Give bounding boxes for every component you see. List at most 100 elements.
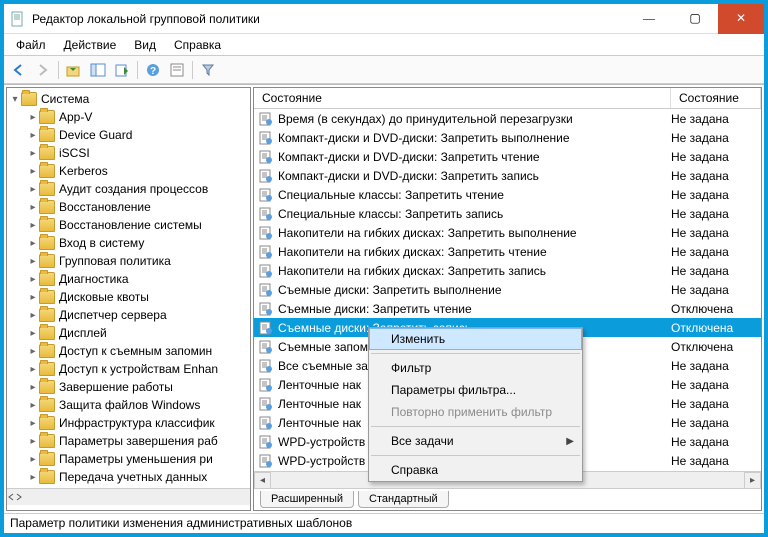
tree-item[interactable]: ▸Device Guard — [7, 126, 250, 144]
tree-label: Передача учетных данных — [59, 470, 207, 484]
maximize-button[interactable]: ▢ — [672, 4, 718, 34]
tree-item[interactable]: ▸Диагностика — [7, 270, 250, 288]
list-row[interactable]: Специальные классы: Запретить чтениеНе з… — [254, 185, 761, 204]
tree-item[interactable]: ▸Восстановление — [7, 198, 250, 216]
tab-standard[interactable]: Стандартный — [358, 491, 449, 508]
forward-icon[interactable] — [32, 59, 54, 81]
folder-icon — [39, 110, 55, 124]
folder-icon — [39, 416, 55, 430]
list-row[interactable]: Время (в секундах) до принудительной пер… — [254, 109, 761, 128]
context-menu-item[interactable]: Справка — [369, 459, 582, 481]
filter-icon[interactable] — [197, 59, 219, 81]
context-menu-item[interactable]: Фильтр — [369, 357, 582, 379]
tree-label: Восстановление — [59, 200, 151, 214]
list-row[interactable]: Съемные диски: Запретить выполнениеНе за… — [254, 280, 761, 299]
context-menu-item[interactable]: Все задачи▶ — [369, 430, 582, 452]
list-row[interactable]: Накопители на гибких дисках: Запретить ч… — [254, 242, 761, 261]
tree-item[interactable]: ▸Доступ к съемным запомин — [7, 342, 250, 360]
tree-item[interactable]: ▸Дисковые квоты — [7, 288, 250, 306]
tree-item[interactable]: ▸Параметры завершения раб — [7, 432, 250, 450]
folder-icon — [39, 254, 55, 268]
folder-icon — [39, 452, 55, 466]
list-row[interactable]: Компакт-диски и DVD-диски: Запретить вып… — [254, 128, 761, 147]
tree-root[interactable]: ▾Система — [7, 90, 250, 108]
policy-icon — [258, 130, 274, 146]
tree-item[interactable]: ▸Kerberos — [7, 162, 250, 180]
tree-item[interactable]: ▸Доступ к устройствам Enhan — [7, 360, 250, 378]
tree-item[interactable]: ▸Параметры уменьшения ри — [7, 450, 250, 468]
tree-label: Защита файлов Windows — [59, 398, 200, 412]
tree-item[interactable]: ▸Вход в систему — [7, 234, 250, 252]
tree-label: Kerberos — [59, 164, 108, 178]
cell-name: Съемные диски: Запретить выполнение — [278, 283, 663, 297]
tree-item[interactable]: ▸Инфраструктура классифик — [7, 414, 250, 432]
policy-icon — [258, 434, 274, 450]
tree-item[interactable]: ▸Передача учетных данных — [7, 468, 250, 486]
tab-extended[interactable]: Расширенный — [260, 491, 354, 508]
menubar: Файл Действие Вид Справка — [4, 34, 764, 56]
properties-icon[interactable] — [166, 59, 188, 81]
policy-icon — [258, 358, 274, 374]
list-row[interactable]: Компакт-диски и DVD-диски: Запретить зап… — [254, 166, 761, 185]
policy-icon — [258, 282, 274, 298]
list-row[interactable]: Накопители на гибких дисках: Запретить з… — [254, 261, 761, 280]
cell-name: Накопители на гибких дисках: Запретить ч… — [278, 245, 663, 259]
tree-item[interactable]: ▸Защита файлов Windows — [7, 396, 250, 414]
cell-name: Съемные диски: Запретить чтение — [278, 302, 663, 316]
folder-icon — [39, 380, 55, 394]
tree-item[interactable]: ▸Диспетчер сервера — [7, 306, 250, 324]
close-button[interactable]: ✕ — [718, 4, 764, 34]
policy-icon — [258, 320, 274, 336]
help-icon[interactable]: ? — [142, 59, 164, 81]
up-folder-icon[interactable] — [63, 59, 85, 81]
tree-item[interactable]: ▸iSCSI — [7, 144, 250, 162]
list-row[interactable]: Съемные диски: Запретить чтение Отключена — [254, 299, 761, 318]
context-menu-item[interactable]: Изменить — [369, 328, 582, 350]
statusbar: Параметр политики изменения администрати… — [4, 513, 764, 533]
tree-label: Инфраструктура классифик — [59, 416, 215, 430]
cell-state: Не задана — [671, 112, 761, 126]
tree-horizontal-scrollbar[interactable] — [7, 488, 250, 505]
tree-label: Вход в систему — [59, 236, 144, 250]
export-list-icon[interactable] — [111, 59, 133, 81]
cell-name: Компакт-диски и DVD-диски: Запретить вып… — [278, 131, 663, 145]
list-row[interactable]: Специальные классы: Запретить записьНе з… — [254, 204, 761, 223]
column-header-name[interactable]: Состояние — [254, 88, 671, 108]
cell-state: Отключена — [671, 302, 761, 316]
column-header-state[interactable]: Состояние — [671, 88, 761, 108]
tree-label: Параметры завершения раб — [59, 434, 218, 448]
menu-help[interactable]: Справка — [166, 36, 229, 54]
tree-label: Диспетчер сервера — [59, 308, 167, 322]
menu-file[interactable]: Файл — [8, 36, 54, 54]
policy-icon — [258, 149, 274, 165]
minimize-button[interactable]: — — [626, 4, 672, 34]
context-menu-item: Повторно применить фильтр — [369, 401, 582, 423]
tree-label: Диагностика — [59, 272, 129, 286]
tree-label: Доступ к съемным запомин — [59, 344, 212, 358]
tree-item[interactable]: ▸Завершение работы — [7, 378, 250, 396]
back-icon[interactable] — [8, 59, 30, 81]
policy-icon — [258, 244, 274, 260]
tree-label: Восстановление системы — [59, 218, 202, 232]
list-row[interactable]: Компакт-диски и DVD-диски: Запретить чте… — [254, 147, 761, 166]
context-menu-item[interactable]: Параметры фильтра... — [369, 379, 582, 401]
cell-state: Не задана — [671, 378, 761, 392]
tree-pane: ▾Система▸App-V▸Device Guard▸iSCSI▸Kerber… — [6, 87, 251, 511]
tree-item[interactable]: ▸Дисплей — [7, 324, 250, 342]
policy-icon — [258, 339, 274, 355]
tree-label: Дисковые квоты — [59, 290, 149, 304]
tree-item[interactable]: ▸Аудит создания процессов — [7, 180, 250, 198]
menu-view[interactable]: Вид — [126, 36, 164, 54]
tree-item[interactable]: ▸Групповая политика — [7, 252, 250, 270]
cell-state: Не задана — [671, 359, 761, 373]
titlebar: Редактор локальной групповой политики — … — [4, 4, 764, 34]
menu-action[interactable]: Действие — [56, 36, 125, 54]
folder-icon — [39, 344, 55, 358]
tree-item[interactable]: ▸Восстановление системы — [7, 216, 250, 234]
show-hide-tree-icon[interactable] — [87, 59, 109, 81]
cell-state: Не задана — [671, 207, 761, 221]
tree-label: App-V — [59, 110, 92, 124]
policy-icon — [258, 187, 274, 203]
list-row[interactable]: Накопители на гибких дисках: Запретить в… — [254, 223, 761, 242]
tree-item[interactable]: ▸App-V — [7, 108, 250, 126]
